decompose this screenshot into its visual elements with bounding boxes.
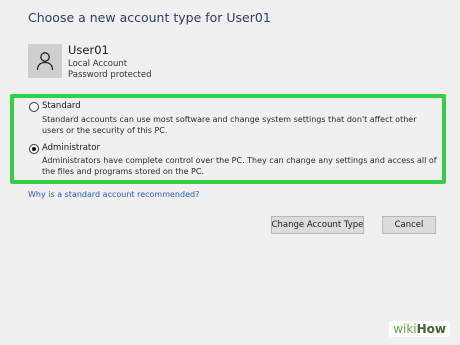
administrator-radio[interactable] — [29, 144, 39, 154]
administrator-description: Administrators have complete control ove… — [42, 156, 437, 176]
standard-label[interactable]: Standard — [42, 101, 81, 111]
administrator-label[interactable]: Administrator — [42, 143, 100, 153]
watermark-part-2: How — [416, 322, 446, 336]
standard-account-help-link[interactable]: Why is a standard account recommended? — [28, 190, 199, 199]
user-protection-status: Password protected — [68, 70, 152, 80]
user-name: User01 — [68, 43, 109, 57]
person-icon — [36, 52, 54, 71]
wikihow-watermark: wikiHow — [389, 321, 450, 337]
cancel-button[interactable]: Cancel — [382, 216, 436, 234]
watermark-part-1: wiki — [393, 322, 417, 336]
page-title: Choose a new account type for User01 — [28, 10, 271, 25]
standard-radio[interactable] — [29, 102, 39, 112]
change-account-type-button[interactable]: Change Account Type — [271, 216, 364, 234]
standard-description: Standard accounts can use most software … — [42, 115, 417, 135]
user-account-type: Local Account — [68, 59, 128, 69]
avatar — [28, 44, 62, 78]
